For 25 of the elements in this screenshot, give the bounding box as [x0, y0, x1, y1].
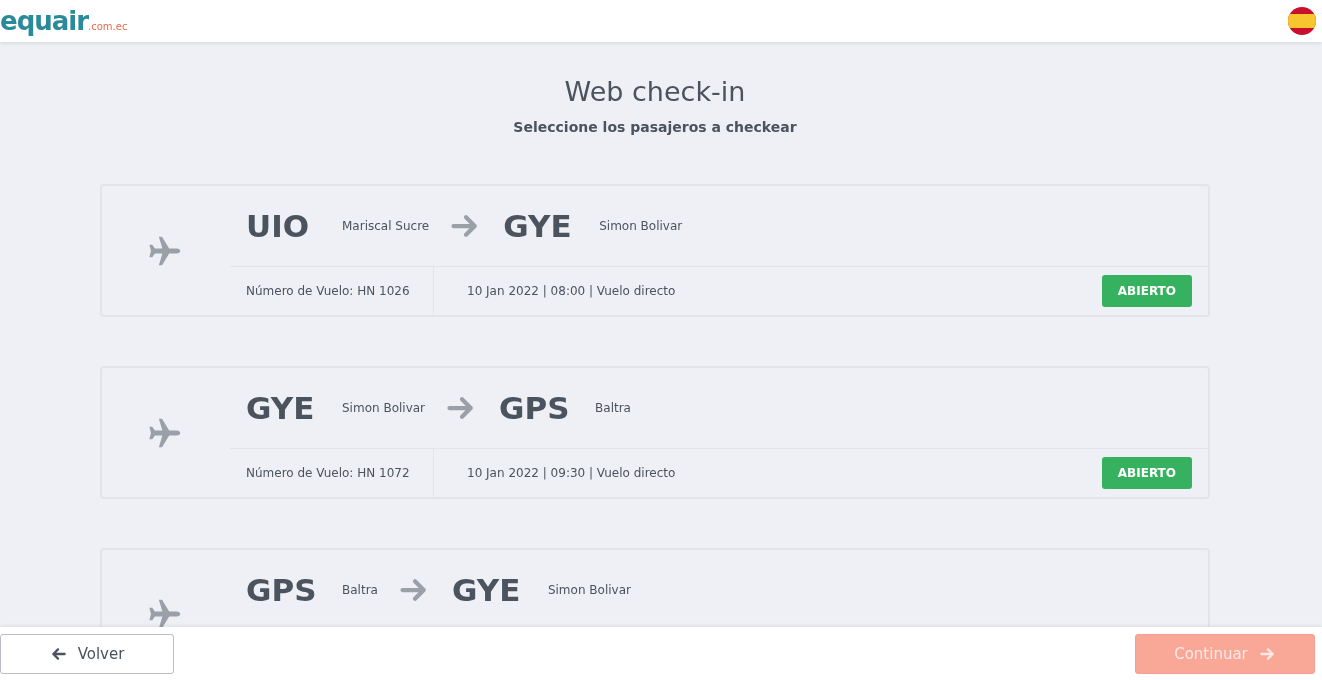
status-badge: ABIERTO	[1101, 457, 1192, 489]
destination-code: GYE	[503, 208, 573, 244]
spanish-flag-icon[interactable]	[1288, 7, 1316, 35]
destination-code: GYE	[451, 572, 522, 608]
origin-code: UIO	[246, 208, 311, 244]
origin-airport: Simon Bolivar	[342, 401, 426, 415]
page-title: Web check-in	[563, 76, 747, 107]
flight-schedule: 10 Jan 2022 | 09:30 | Vuelo directo	[466, 466, 677, 480]
back-button[interactable]: Volver	[0, 633, 174, 674]
origin-airport: Baltra	[342, 583, 378, 597]
forward-arrow-icon	[1259, 645, 1276, 662]
origin-airport: Mariscal Sucre	[342, 219, 430, 233]
page-subtitle: Seleccione los pasajeros a checkear	[512, 119, 798, 135]
flight-schedule: 10 Jan 2022 | 08:00 | Vuelo directo	[466, 284, 677, 298]
back-arrow-icon	[49, 645, 66, 662]
flight-number: Número de Vuelo: HN 1072	[230, 449, 434, 497]
equair-logo[interactable]: equair.com.ec	[0, 6, 128, 36]
origin-code: GYE	[246, 390, 316, 426]
destination-airport: Simon Bolivar	[547, 583, 631, 597]
destination-code: GPS	[499, 390, 571, 426]
flight-number: Número de Vuelo: HN 1026	[230, 267, 434, 315]
destination-airport: Simon Bolivar	[599, 219, 683, 233]
status-badge: ABIERTO	[1101, 275, 1192, 307]
destination-airport: Baltra	[595, 401, 631, 415]
origin-code: GPS	[246, 572, 318, 608]
